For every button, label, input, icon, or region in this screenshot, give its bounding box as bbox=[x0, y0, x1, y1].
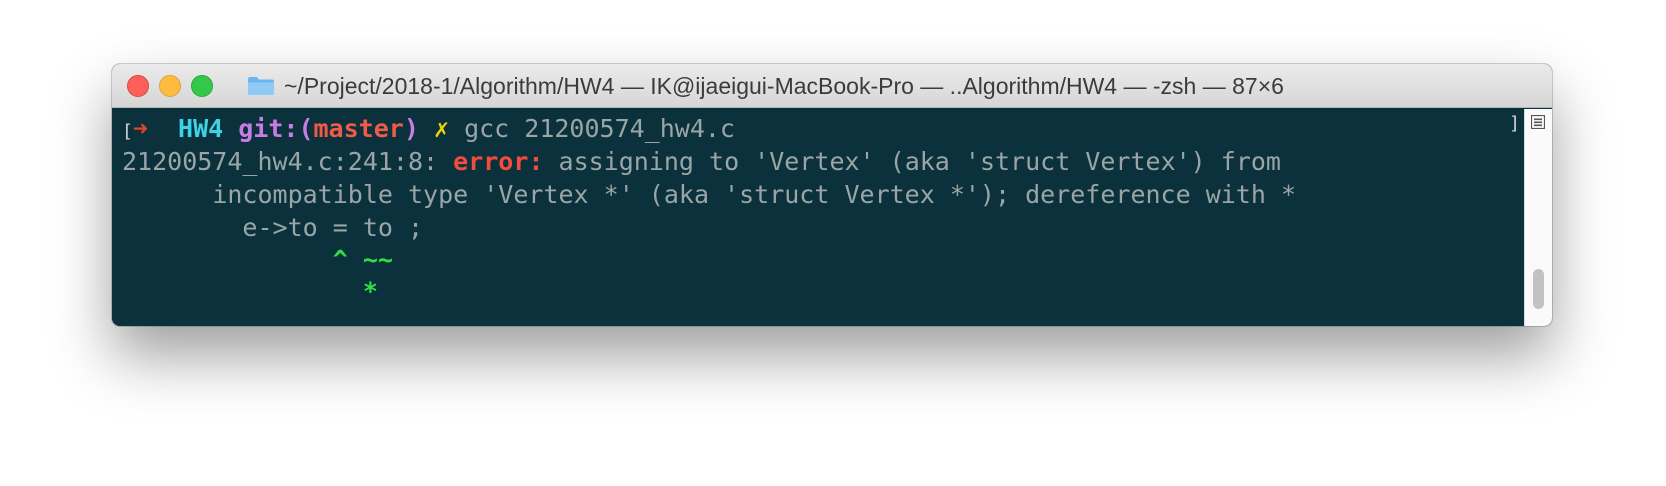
command-text: gcc 21200574_hw4.c bbox=[464, 114, 735, 143]
terminal-output[interactable]: [➜ HW4 git:(master) ✗ gcc 21200574_hw4.c… bbox=[112, 109, 1524, 326]
minimize-button[interactable] bbox=[159, 75, 181, 97]
list-icon[interactable] bbox=[1531, 115, 1545, 129]
scrollbar[interactable] bbox=[1524, 109, 1552, 326]
fixit-hint: * bbox=[362, 277, 378, 306]
error-line: 21200574_hw4.c:241:8: error: assigning t… bbox=[122, 145, 1281, 179]
source-code: e->to = to ; bbox=[242, 213, 424, 242]
git-branch: master bbox=[313, 114, 404, 143]
scroll-thumb[interactable] bbox=[1533, 269, 1544, 309]
git-dirty-mark: ✗ bbox=[433, 114, 449, 143]
title-bar[interactable]: ~/Project/2018-1/Algorithm/HW4 — IK@ijae… bbox=[112, 64, 1552, 108]
source-snippet: e->to = to ; bbox=[122, 211, 423, 245]
error-location: 21200574_hw4.c:241:8: bbox=[122, 147, 439, 176]
terminal-window: ~/Project/2018-1/Algorithm/HW4 — IK@ijae… bbox=[112, 64, 1552, 326]
zoom-button[interactable] bbox=[191, 75, 213, 97]
error-message-line-2: incompatible type 'Vertex *' (aka 'struc… bbox=[212, 180, 1297, 209]
error-caret: ^ ~~ bbox=[332, 245, 393, 274]
mark-bracket-right: ] bbox=[1509, 113, 1520, 134]
git-label: git:( bbox=[238, 114, 314, 143]
fixit-line: * bbox=[122, 275, 378, 309]
mark-bracket-left: [ bbox=[122, 121, 133, 142]
window-title: ~/Project/2018-1/Algorithm/HW4 — IK@ijae… bbox=[284, 73, 1284, 99]
error-message-continued: incompatible type 'Vertex *' (aka 'struc… bbox=[122, 178, 1296, 212]
caret-line: ^ ~~ bbox=[122, 243, 393, 277]
git-label-close: ) bbox=[403, 114, 419, 143]
error-message: assigning to 'Vertex' (aka 'struct Verte… bbox=[558, 147, 1281, 176]
folder-icon bbox=[248, 77, 274, 95]
prompt-arrow: ➜ bbox=[132, 114, 148, 143]
prompt-directory: HW4 bbox=[178, 114, 224, 143]
prompt-line: [➜ HW4 git:(master) ✗ gcc 21200574_hw4.c bbox=[122, 112, 735, 146]
error-label: error: bbox=[453, 147, 544, 176]
close-button[interactable] bbox=[127, 75, 149, 97]
